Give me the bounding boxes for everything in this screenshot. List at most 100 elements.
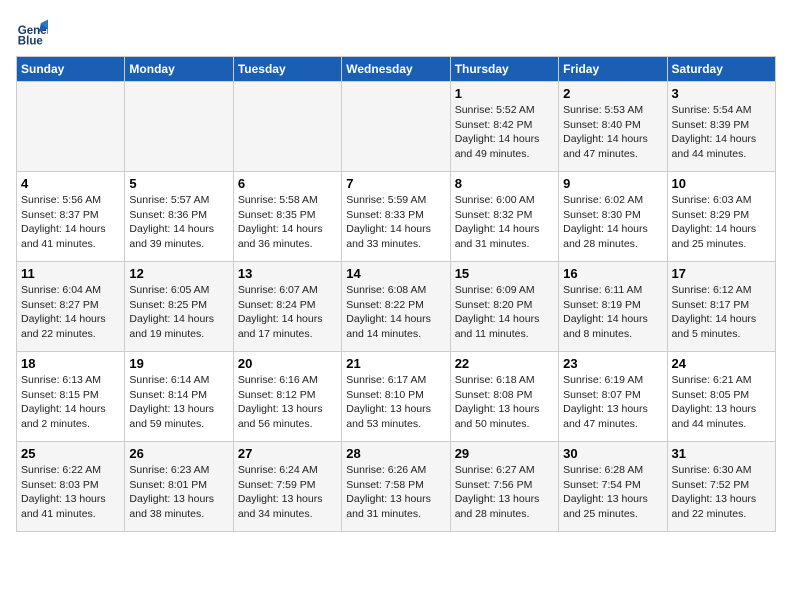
weekday-header-friday: Friday xyxy=(559,57,667,82)
day-number: 18 xyxy=(21,356,120,371)
day-number: 9 xyxy=(563,176,662,191)
calendar-cell-3-6: 16Sunrise: 6:11 AMSunset: 8:19 PMDayligh… xyxy=(559,262,667,352)
calendar-cell-4-4: 21 Sunrise: 6:17 AMSunset: 8:10 PMDayligh… xyxy=(342,352,450,442)
day-number: 14 xyxy=(346,266,445,281)
day-info: Sunrise: 6:23 AMSunset: 8:01 PMDaylight:… xyxy=(129,463,228,522)
day-number: 2 xyxy=(563,86,662,101)
day-info: Sunrise: 6:09 AMSunset: 8:20 PMDaylight:… xyxy=(455,283,554,342)
calendar-cell-2-1: 4 Sunrise: 5:56 AMSunset: 8:37 PMDaylight… xyxy=(17,172,125,262)
weekday-header-row: SundayMondayTuesdayWednesdayThursdayFrid… xyxy=(17,57,776,82)
day-info: Sunrise: 5:58 AMSunset: 8:35 PMDaylight:… xyxy=(238,193,337,252)
weekday-header-monday: Monday xyxy=(125,57,233,82)
calendar-cell-5-1: 25 Sunrise: 6:22 AMSunset: 8:03 PMDayligh… xyxy=(17,442,125,532)
calendar-week-row-3: 11Sunrise: 6:04 AMSunset: 8:27 PMDayligh… xyxy=(17,262,776,352)
day-number: 23 xyxy=(563,356,662,371)
calendar-cell-5-3: 27 Sunrise: 6:24 AMSunset: 7:59 PMDayligh… xyxy=(233,442,341,532)
day-number: 7 xyxy=(346,176,445,191)
day-number: 24 xyxy=(672,356,771,371)
day-info: Sunrise: 6:27 AMSunset: 7:56 PMDaylight:… xyxy=(455,463,554,522)
day-number: 26 xyxy=(129,446,228,461)
day-number: 8 xyxy=(455,176,554,191)
calendar-cell-5-4: 28 Sunrise: 6:26 AMSunset: 7:58 PMDayligh… xyxy=(342,442,450,532)
weekday-header-sunday: Sunday xyxy=(17,57,125,82)
day-info: Sunrise: 6:21 AMSunset: 8:05 PMDaylight:… xyxy=(672,373,771,432)
calendar-cell-4-3: 20Sunrise: 6:16 AMSunset: 8:12 PMDayligh… xyxy=(233,352,341,442)
day-number: 5 xyxy=(129,176,228,191)
calendar-cell-2-6: 9 Sunrise: 6:02 AMSunset: 8:30 PMDaylight… xyxy=(559,172,667,262)
calendar-cell-4-5: 22 Sunrise: 6:18 AMSunset: 8:08 PMDayligh… xyxy=(450,352,558,442)
day-info: Sunrise: 6:24 AMSunset: 7:59 PMDaylight:… xyxy=(238,463,337,522)
day-info: Sunrise: 5:56 AMSunset: 8:37 PMDaylight:… xyxy=(21,193,120,252)
day-info: Sunrise: 6:17 AMSunset: 8:10 PMDaylight:… xyxy=(346,373,445,432)
day-info: Sunrise: 6:18 AMSunset: 8:08 PMDaylight:… xyxy=(455,373,554,432)
day-number: 28 xyxy=(346,446,445,461)
page-header: General Blue xyxy=(16,16,776,48)
day-number: 1 xyxy=(455,86,554,101)
calendar-cell-4-6: 23 Sunrise: 6:19 AMSunset: 8:07 PMDayligh… xyxy=(559,352,667,442)
calendar-cell-1-1 xyxy=(17,82,125,172)
calendar-cell-2-3: 6 Sunrise: 5:58 AMSunset: 8:35 PMDaylight… xyxy=(233,172,341,262)
weekday-header-saturday: Saturday xyxy=(667,57,775,82)
calendar-cell-5-6: 30 Sunrise: 6:28 AMSunset: 7:54 PMDayligh… xyxy=(559,442,667,532)
calendar-cell-3-5: 15 Sunrise: 6:09 AMSunset: 8:20 PMDayligh… xyxy=(450,262,558,352)
day-number: 11 xyxy=(21,266,120,281)
day-number: 12 xyxy=(129,266,228,281)
day-info: Sunrise: 6:12 AMSunset: 8:17 PMDaylight:… xyxy=(672,283,771,342)
calendar-table: SundayMondayTuesdayWednesdayThursdayFrid… xyxy=(16,56,776,532)
calendar-cell-4-1: 18 Sunrise: 6:13 AMSunset: 8:15 PMDayligh… xyxy=(17,352,125,442)
calendar-week-row-5: 25 Sunrise: 6:22 AMSunset: 8:03 PMDayligh… xyxy=(17,442,776,532)
day-number: 25 xyxy=(21,446,120,461)
calendar-cell-1-6: 2 Sunrise: 5:53 AMSunset: 8:40 PMDaylight… xyxy=(559,82,667,172)
calendar-cell-5-7: 31 Sunrise: 6:30 AMSunset: 7:52 PMDayligh… xyxy=(667,442,775,532)
calendar-cell-2-2: 5 Sunrise: 5:57 AMSunset: 8:36 PMDaylight… xyxy=(125,172,233,262)
day-info: Sunrise: 6:26 AMSunset: 7:58 PMDaylight:… xyxy=(346,463,445,522)
calendar-cell-1-3 xyxy=(233,82,341,172)
day-number: 30 xyxy=(563,446,662,461)
day-info: Sunrise: 6:22 AMSunset: 8:03 PMDaylight:… xyxy=(21,463,120,522)
day-info: Sunrise: 6:03 AMSunset: 8:29 PMDaylight:… xyxy=(672,193,771,252)
day-info: Sunrise: 5:53 AMSunset: 8:40 PMDaylight:… xyxy=(563,103,662,162)
day-number: 27 xyxy=(238,446,337,461)
weekday-header-wednesday: Wednesday xyxy=(342,57,450,82)
day-number: 31 xyxy=(672,446,771,461)
day-number: 6 xyxy=(238,176,337,191)
weekday-header-thursday: Thursday xyxy=(450,57,558,82)
day-info: Sunrise: 6:05 AMSunset: 8:25 PMDaylight:… xyxy=(129,283,228,342)
day-number: 22 xyxy=(455,356,554,371)
calendar-cell-4-7: 24 Sunrise: 6:21 AMSunset: 8:05 PMDayligh… xyxy=(667,352,775,442)
calendar-cell-1-7: 3 Sunrise: 5:54 AMSunset: 8:39 PMDaylight… xyxy=(667,82,775,172)
day-number: 21 xyxy=(346,356,445,371)
calendar-cell-3-7: 17 Sunrise: 6:12 AMSunset: 8:17 PMDayligh… xyxy=(667,262,775,352)
calendar-week-row-1: 1 Sunrise: 5:52 AMSunset: 8:42 PMDaylight… xyxy=(17,82,776,172)
calendar-cell-1-4 xyxy=(342,82,450,172)
day-info: Sunrise: 6:13 AMSunset: 8:15 PMDaylight:… xyxy=(21,373,120,432)
day-info: Sunrise: 6:14 AMSunset: 8:14 PMDaylight:… xyxy=(129,373,228,432)
day-number: 4 xyxy=(21,176,120,191)
calendar-cell-4-2: 19Sunrise: 6:14 AMSunset: 8:14 PMDayligh… xyxy=(125,352,233,442)
day-info: Sunrise: 6:02 AMSunset: 8:30 PMDaylight:… xyxy=(563,193,662,252)
day-number: 20 xyxy=(238,356,337,371)
day-number: 29 xyxy=(455,446,554,461)
day-info: Sunrise: 5:54 AMSunset: 8:39 PMDaylight:… xyxy=(672,103,771,162)
calendar-cell-2-7: 10 Sunrise: 6:03 AMSunset: 8:29 PMDayligh… xyxy=(667,172,775,262)
calendar-cell-2-5: 8Sunrise: 6:00 AMSunset: 8:32 PMDaylight… xyxy=(450,172,558,262)
day-info: Sunrise: 5:52 AMSunset: 8:42 PMDaylight:… xyxy=(455,103,554,162)
calendar-cell-3-4: 14 Sunrise: 6:08 AMSunset: 8:22 PMDayligh… xyxy=(342,262,450,352)
day-number: 17 xyxy=(672,266,771,281)
day-info: Sunrise: 6:28 AMSunset: 7:54 PMDaylight:… xyxy=(563,463,662,522)
calendar-cell-3-1: 11Sunrise: 6:04 AMSunset: 8:27 PMDayligh… xyxy=(17,262,125,352)
calendar-week-row-4: 18 Sunrise: 6:13 AMSunset: 8:15 PMDayligh… xyxy=(17,352,776,442)
day-number: 15 xyxy=(455,266,554,281)
day-number: 10 xyxy=(672,176,771,191)
svg-text:Blue: Blue xyxy=(18,35,44,47)
day-info: Sunrise: 6:08 AMSunset: 8:22 PMDaylight:… xyxy=(346,283,445,342)
calendar-cell-1-2 xyxy=(125,82,233,172)
day-info: Sunrise: 6:11 AMSunset: 8:19 PMDaylight:… xyxy=(563,283,662,342)
day-info: Sunrise: 6:07 AMSunset: 8:24 PMDaylight:… xyxy=(238,283,337,342)
day-number: 3 xyxy=(672,86,771,101)
calendar-cell-5-5: 29 Sunrise: 6:27 AMSunset: 7:56 PMDayligh… xyxy=(450,442,558,532)
day-info: Sunrise: 6:30 AMSunset: 7:52 PMDaylight:… xyxy=(672,463,771,522)
day-info: Sunrise: 5:57 AMSunset: 8:36 PMDaylight:… xyxy=(129,193,228,252)
day-info: Sunrise: 6:19 AMSunset: 8:07 PMDaylight:… xyxy=(563,373,662,432)
calendar-cell-1-5: 1 Sunrise: 5:52 AMSunset: 8:42 PMDaylight… xyxy=(450,82,558,172)
